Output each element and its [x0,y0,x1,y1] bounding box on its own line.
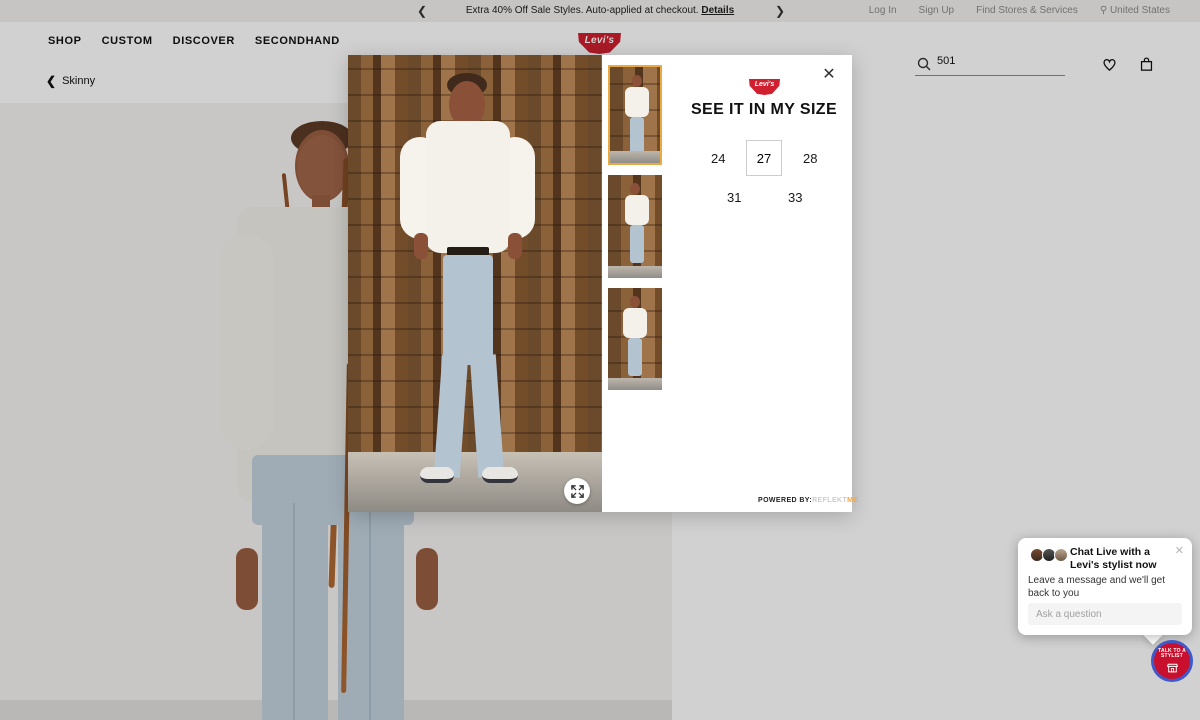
powered-by-brand-suffix: ME [847,497,859,504]
modal-size-28[interactable]: 28 [803,151,817,166]
chat-close-icon[interactable]: ✕ [1175,544,1184,557]
modal-size-24[interactable]: 24 [711,151,725,166]
chat-widget: Chat Live with a Levi's stylist now ✕ Le… [1018,538,1192,635]
modal-main-photo [348,55,602,512]
modal-close-icon[interactable]: ✕ [820,66,838,84]
page: ❮ Extra 40% Off Sale Styles. Auto-applie… [0,0,1200,720]
thumbnail-front-view[interactable] [608,65,662,165]
modal-size-31[interactable]: 31 [727,190,741,205]
fab-label: TALK TO A STYLIST [1158,647,1186,659]
powered-by-brand: REFLEKT [812,497,848,504]
talk-to-stylist-button[interactable]: TALK TO A STYLIST [1151,640,1193,682]
chat-body-text: Leave a message and we'll get back to yo… [1028,575,1165,599]
chat-question-input[interactable] [1028,603,1182,625]
chat-title: Chat Live with a Levi's stylist now [1070,546,1157,571]
expand-photo-button[interactable] [564,478,590,504]
see-it-in-my-size-modal [348,55,852,512]
photo-floor [348,452,602,512]
powered-by: POWERED BY:REFLEKTME [758,497,858,504]
store-icon [1166,663,1178,672]
powered-by-prefix: POWERED BY: [758,497,813,504]
modal-size-33[interactable]: 33 [788,190,802,205]
expand-arrows-icon [570,484,584,498]
thumbnail-side-view[interactable] [608,175,662,278]
modal-levis-logo-text: Levi's [754,81,775,88]
modal-size-27-selected[interactable]: 27 [746,140,782,176]
stylist-avatar [1054,548,1068,562]
modal-title: SEE IT IN MY SIZE [690,101,838,118]
thumbnail-back-view[interactable] [608,288,662,390]
